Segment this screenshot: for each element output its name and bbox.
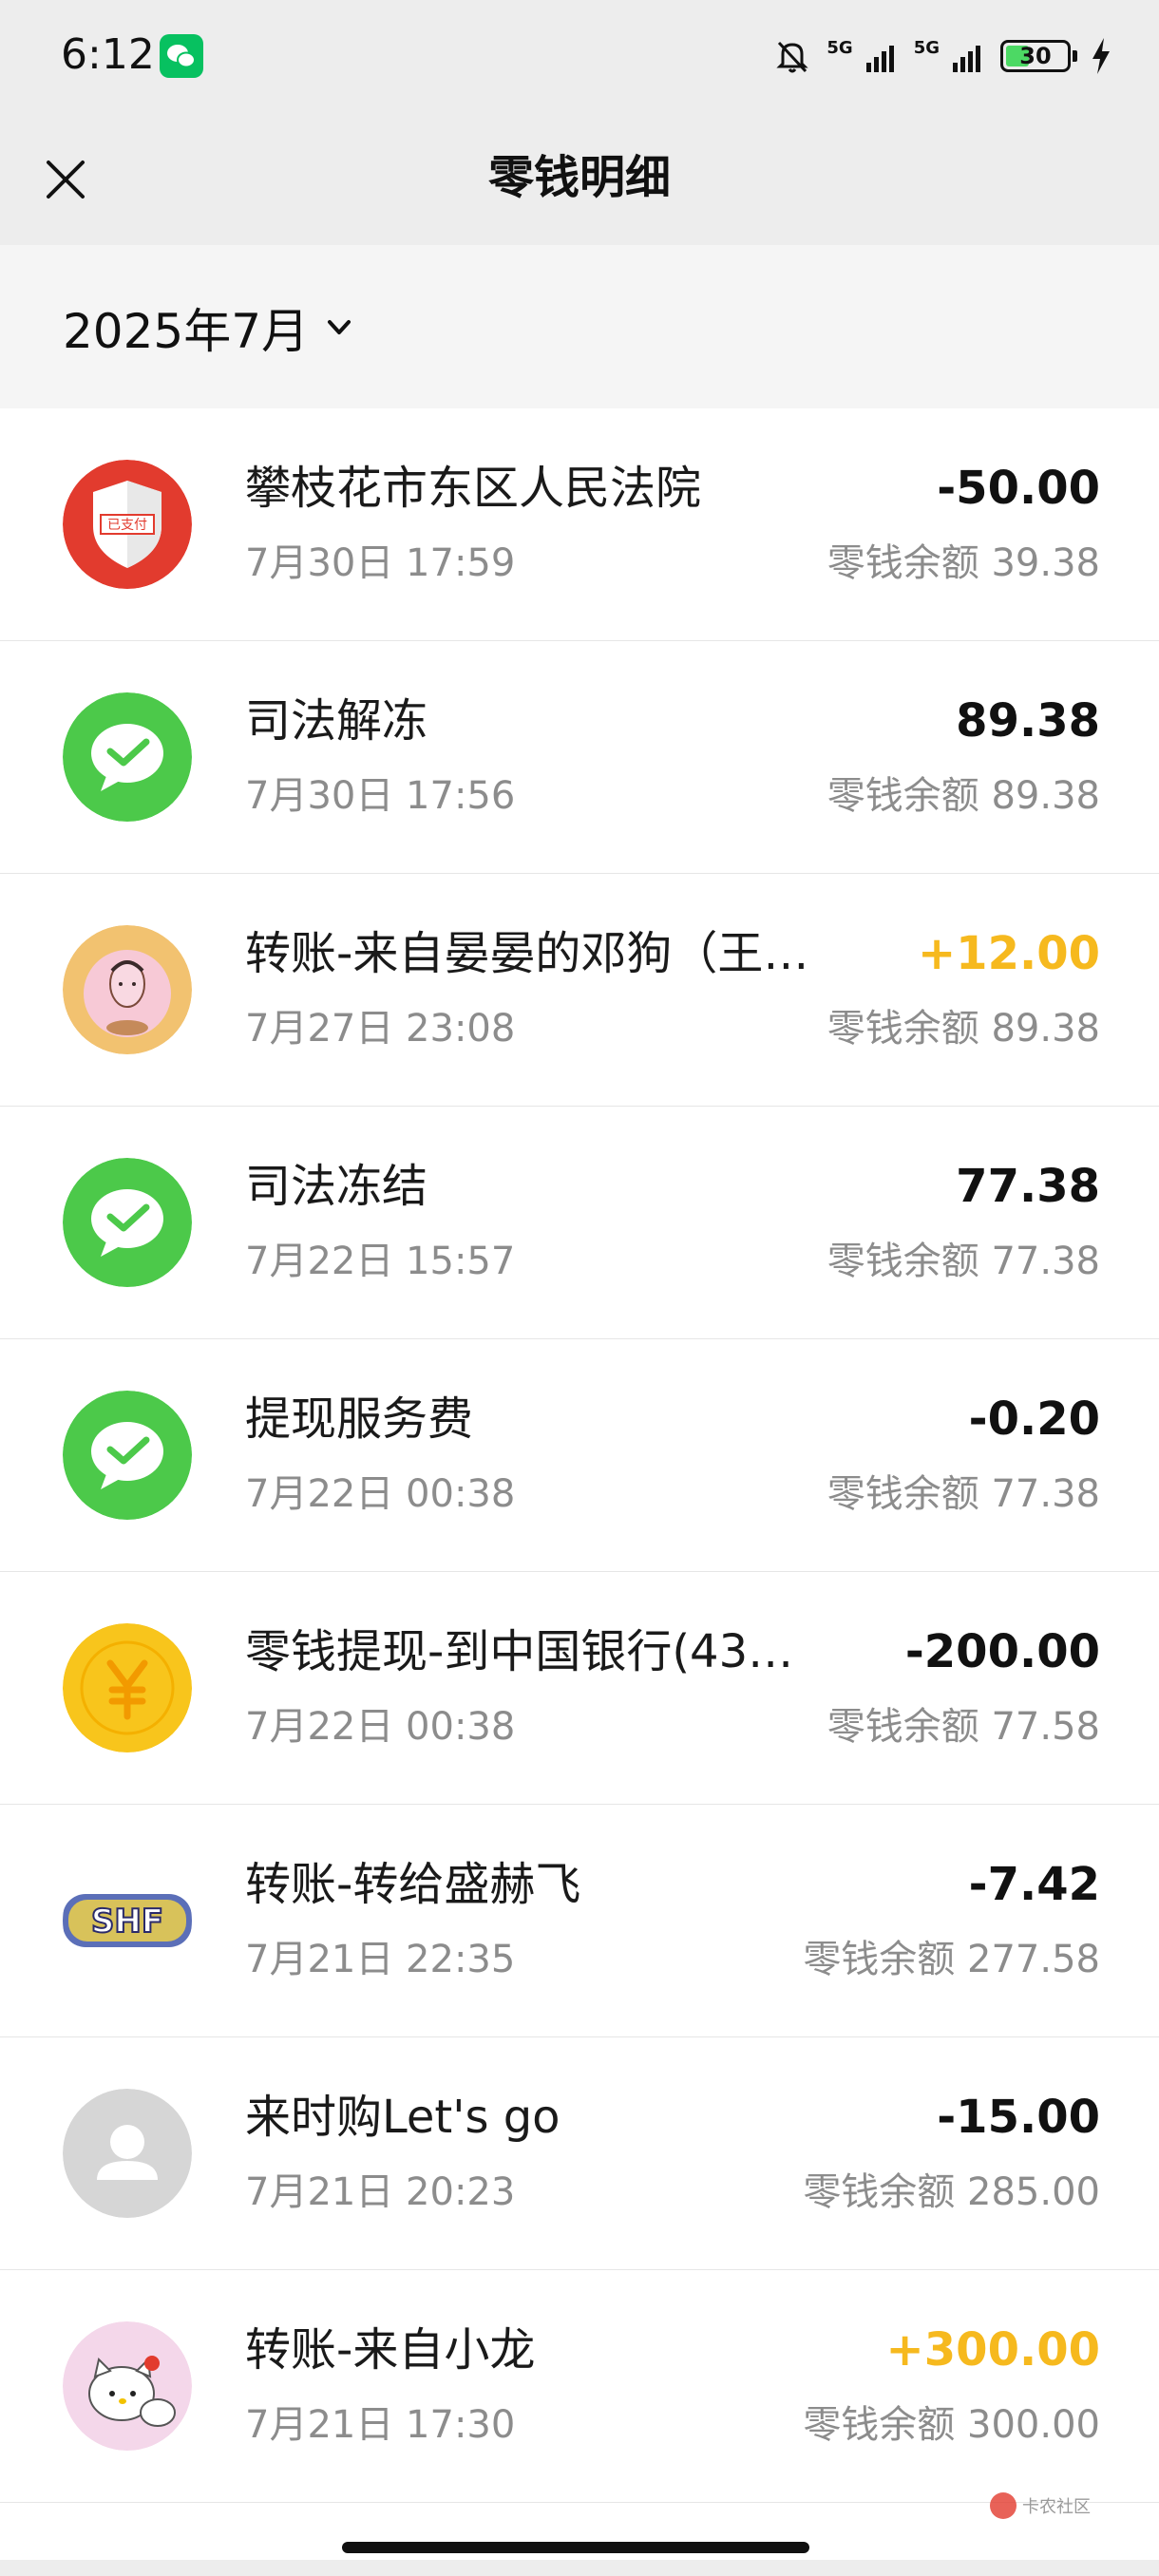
wechat-pay-icon [63,1391,192,1520]
transaction-date: 7月30日 17:56 [245,774,516,818]
transaction-amount: 77.38 [956,1160,1100,1213]
transaction-amount: -7.42 [968,1858,1100,1911]
transaction-date: 7月27日 23:08 [245,1007,516,1051]
transaction-amount: -50.00 [937,462,1100,515]
user-avatar [63,925,192,1054]
charging-bolt-icon [1092,38,1110,74]
transaction-title: 转账-来自小龙 [245,2323,536,2377]
battery-icon: 30 [1000,40,1071,72]
signal-icon-2 [953,46,980,72]
wechat-pay-icon [63,692,192,822]
hello-kitty-avatar [63,2321,192,2451]
transaction-title: 提现服务费 [245,1392,474,1446]
watermark-text: 卡农社区 [1022,2497,1091,2517]
transaction-row[interactable]: 转账-来自晏晏的邓狗（王… 7月27日 23:08 +12.00 零钱余额 89… [0,874,1159,1107]
battery-tip [1073,50,1077,62]
transaction-title: 转账-来自晏晏的邓狗（王… [245,927,809,980]
transaction-date: 7月21日 20:23 [245,2170,516,2214]
transaction-balance: 零钱余额 277.58 [803,1938,1100,1981]
transaction-balance: 零钱余额 77.38 [826,1472,1100,1516]
payment-shield-icon: 已支付 [63,460,192,589]
month-selector[interactable]: 2025年7月 [63,294,356,361]
transaction-amount: -0.20 [968,1392,1100,1446]
transaction-row[interactable]: 来时购Let's go 7月21日 20:23 -15.00 零钱余额 285.… [0,2037,1159,2270]
transaction-date: 7月21日 22:35 [245,1938,516,1981]
transaction-balance: 零钱余额 77.38 [826,1240,1100,1283]
status-indicators: 5G 5G 30 [771,32,1112,80]
transaction-title: 攀枝花市东区人民法院 [245,462,702,515]
nav-bar: 零钱明细 [0,112,1159,245]
svg-text:SHF: SHF [91,1903,163,1941]
signal-icon-1 [865,46,894,72]
transaction-row[interactable]: 提现服务费 7月22日 00:38 -0.20 零钱余额 77.38 [0,1339,1159,1572]
transaction-date: 7月30日 17:59 [245,541,516,585]
transaction-amount: -200.00 [904,1625,1100,1678]
page-title: 零钱明细 [487,151,671,204]
month-label: 2025年7月 [63,304,310,359]
transaction-row[interactable]: 转账-来自小龙 7月21日 17:30 +300.00 零钱余额 300.00 [0,2270,1159,2503]
transaction-balance: 零钱余额 285.00 [803,2170,1100,2214]
wechat-notification-icon [160,34,203,78]
transaction-balance: 零钱余额 89.38 [826,774,1100,818]
transaction-date: 7月22日 15:57 [245,1240,516,1283]
watermark: 卡农社区 [988,2491,1091,2521]
status-bar: 6:12 5G 5G 30 [0,0,1159,112]
transaction-list: 已支付 攀枝花市东区人民法院 7月30日 17:59 -50.00 零钱余额 3… [0,408,1159,2560]
transaction-amount: 89.38 [956,694,1100,748]
transaction-title: 零钱提现-到中国银行(43… [245,1625,794,1678]
watermark-logo-icon [990,2492,1016,2519]
transaction-balance: 零钱余额 39.38 [826,541,1100,585]
transaction-title: 司法解冻 [245,694,428,748]
default-avatar [63,2089,192,2218]
transaction-amount: +300.00 [885,2323,1100,2377]
transaction-date: 7月22日 00:38 [245,1705,516,1749]
battery-level: 30 [1019,43,1052,69]
network-label-2: 5G [913,37,940,58]
yuan-coin-icon [63,1623,192,1752]
transaction-row[interactable]: 司法冻结 7月22日 15:57 77.38 零钱余额 77.38 [0,1107,1159,1339]
month-filter-bar: 2025年7月 [0,245,1159,408]
transaction-amount: -15.00 [937,2091,1100,2144]
wechat-pay-icon [63,1158,192,1287]
home-indicator[interactable] [342,2542,809,2553]
transaction-balance: 零钱余额 300.00 [803,2403,1100,2447]
transaction-title: 转账-转给盛赫飞 [245,1858,581,1911]
transaction-balance: 零钱余额 77.58 [826,1705,1100,1749]
status-time: 6:12 [61,30,155,79]
shf-avatar: SHF [63,1856,192,1985]
chevron-down-icon [328,320,352,334]
transaction-row[interactable]: 已支付 攀枝花市东区人民法院 7月30日 17:59 -50.00 零钱余额 3… [0,408,1159,641]
transaction-row[interactable]: 零钱提现-到中国银行(43… 7月22日 00:38 -200.00 零钱余额 … [0,1572,1159,1805]
network-label-1: 5G [826,37,853,58]
transaction-title: 司法冻结 [245,1160,428,1213]
transaction-row[interactable]: SHF 转账-转给盛赫飞 7月21日 22:35 -7.42 零钱余额 277.… [0,1805,1159,2037]
transaction-title: 来时购Let's go [245,2091,560,2144]
transaction-amount: +12.00 [917,927,1100,980]
transaction-date: 7月21日 17:30 [245,2403,516,2447]
svg-text:已支付: 已支付 [107,518,147,533]
mute-bell-icon [776,41,808,73]
transaction-date: 7月22日 00:38 [245,1472,516,1516]
transaction-balance: 零钱余额 89.38 [826,1007,1100,1051]
transaction-row[interactable]: 司法解冻 7月30日 17:56 89.38 零钱余额 89.38 [0,641,1159,874]
